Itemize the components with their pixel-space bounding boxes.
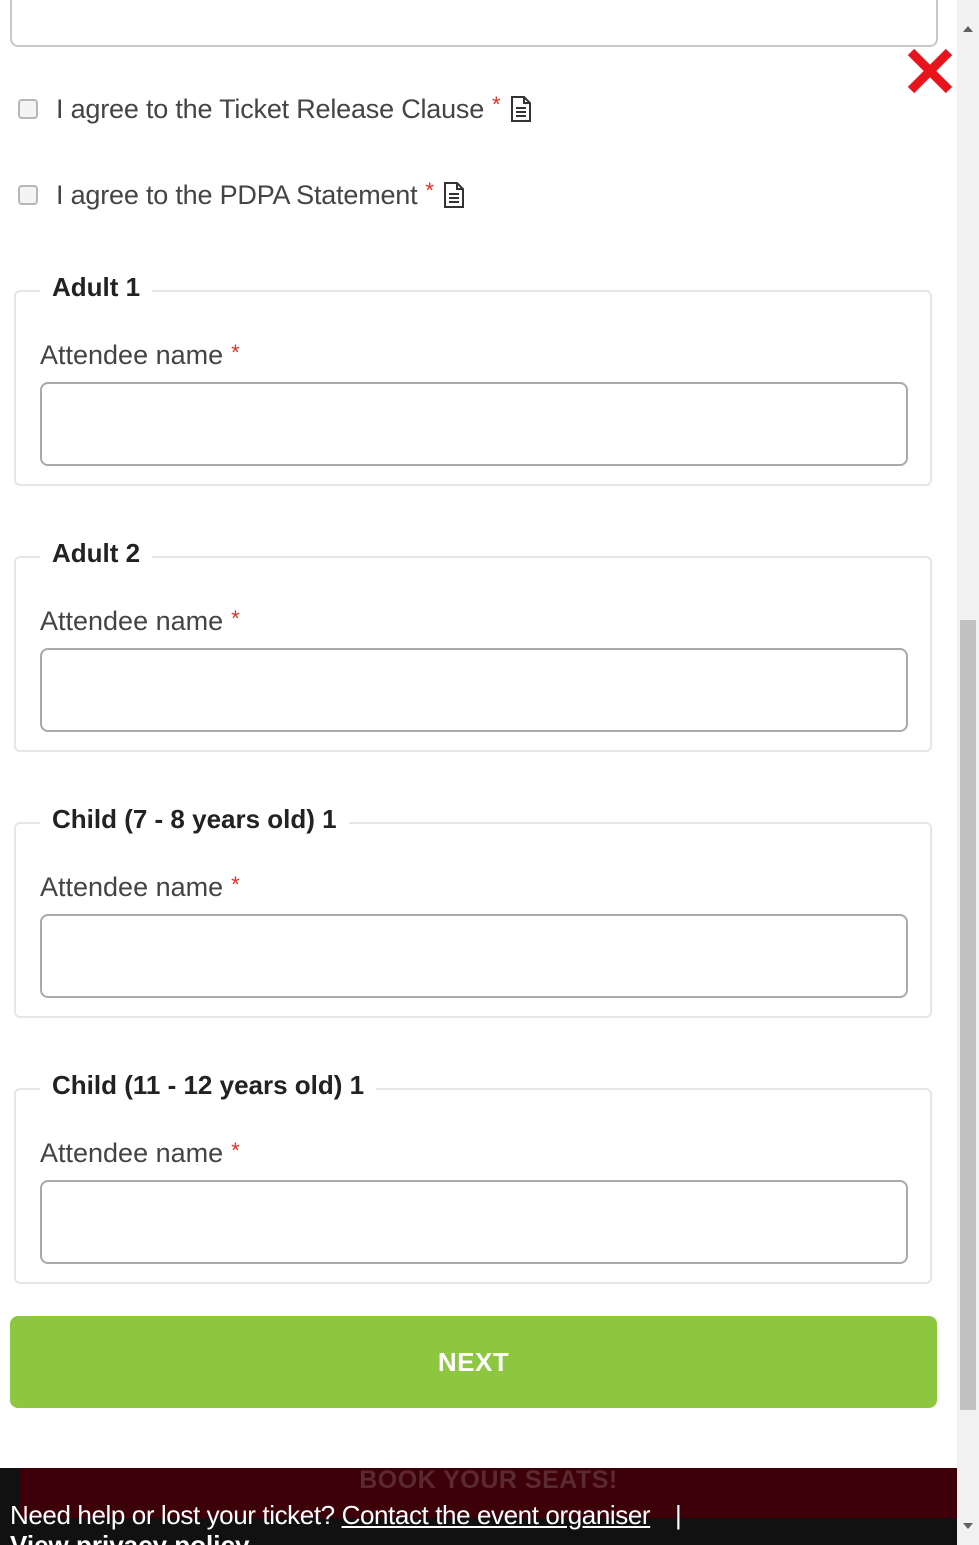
ticket-release-checkbox[interactable] <box>18 99 38 119</box>
section-title: Adult 1 <box>40 272 153 303</box>
pdpa-agreement[interactable]: I agree to the PDPA Statement * <box>18 178 466 210</box>
attendee-name-input[interactable] <box>40 1180 908 1264</box>
label-text: Attendee name <box>40 606 224 636</box>
attendee-name-label: Attendee name * <box>40 1138 240 1169</box>
attendee-section-adult-2: Adult 2 Attendee name * <box>14 538 932 752</box>
ticket-release-label: I agree to the Ticket Release Clause <box>56 93 485 124</box>
required-marker: * <box>231 340 240 365</box>
attendee-section-adult-1: Adult 1 Attendee name * <box>14 272 932 486</box>
separator: | <box>675 1500 682 1530</box>
scroll-down-arrow-icon[interactable] <box>957 1505 979 1545</box>
privacy-policy-link[interactable]: View privacy policy <box>10 1530 249 1545</box>
document-icon[interactable] <box>509 95 533 123</box>
section-title: Child (7 - 8 years old) 1 <box>40 804 349 835</box>
help-text: Need help or lost your ticket? <box>10 1500 335 1530</box>
attendee-section-child-11-12: Child (11 - 12 years old) 1 Attendee nam… <box>14 1070 932 1284</box>
attendee-name-label: Attendee name * <box>40 872 240 903</box>
previous-input-field[interactable] <box>10 0 938 47</box>
required-marker: * <box>231 606 240 631</box>
section-title: Child (11 - 12 years old) 1 <box>40 1070 377 1101</box>
required-marker: * <box>425 178 434 203</box>
required-marker: * <box>231 1138 240 1163</box>
document-icon[interactable] <box>442 181 466 209</box>
label-text: Attendee name <box>40 1138 224 1168</box>
attendee-section-child-7-8: Child (7 - 8 years old) 1 Attendee name * <box>14 804 932 1018</box>
vertical-scrollbar[interactable] <box>957 0 979 1545</box>
required-marker: * <box>231 872 240 897</box>
label-text: Attendee name <box>40 872 224 902</box>
booking-form-page: I agree to the Ticket Release Clause * I… <box>0 0 957 1545</box>
attendee-name-input[interactable] <box>40 914 908 998</box>
contact-organiser-link[interactable]: Contact the event organiser <box>342 1500 651 1530</box>
close-icon[interactable] <box>905 46 955 96</box>
banner-text: BOOK YOUR SEATS! <box>359 1468 618 1494</box>
section-title: Adult 2 <box>40 538 153 569</box>
required-marker: * <box>492 92 501 117</box>
footer: BOOK YOUR SEATS! Need help or lost your … <box>0 1468 957 1545</box>
pdpa-checkbox[interactable] <box>18 185 38 205</box>
attendee-name-label: Attendee name * <box>40 606 240 637</box>
attendee-name-label: Attendee name * <box>40 340 240 371</box>
scrollbar-thumb[interactable] <box>960 620 976 1410</box>
scroll-up-arrow-icon[interactable] <box>957 0 979 40</box>
attendee-name-input[interactable] <box>40 382 908 466</box>
help-text-line: Need help or lost your ticket? Contact t… <box>10 1500 682 1531</box>
next-button[interactable]: NEXT <box>10 1316 937 1408</box>
pdpa-label: I agree to the PDPA Statement <box>56 179 418 210</box>
attendee-name-input[interactable] <box>40 648 908 732</box>
label-text: Attendee name <box>40 340 224 370</box>
ticket-release-agreement[interactable]: I agree to the Ticket Release Clause * <box>18 92 533 124</box>
